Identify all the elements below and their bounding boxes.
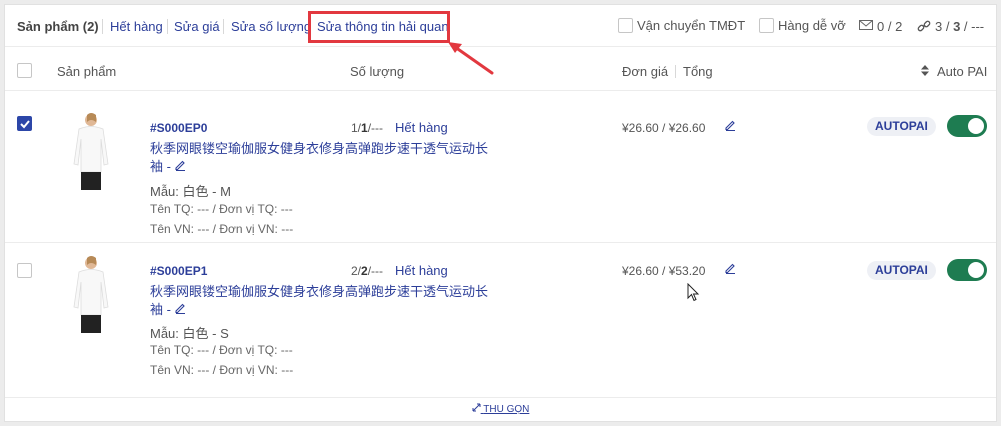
sort-icon[interactable]	[921, 64, 929, 79]
customs-cn-info: Tên TQ: --- / Đơn vị TQ: ---	[150, 343, 293, 357]
products-title: Sản phẩm (2)	[17, 19, 99, 34]
edit-price-pencil-icon[interactable]	[725, 119, 736, 134]
highlight-annotation-box	[308, 11, 450, 43]
row-checkbox[interactable]	[17, 263, 32, 278]
product-code[interactable]: #S000EP1	[150, 264, 207, 278]
collapse-arrows-icon	[472, 403, 481, 412]
ecommerce-shipping-checkbox[interactable]	[618, 18, 633, 33]
header-product: Sản phẩm	[57, 64, 117, 79]
mouse-cursor-icon	[687, 283, 700, 302]
product-code[interactable]: #S000EP0	[150, 121, 207, 135]
product-name[interactable]: 秋季网眼镂空瑜伽服女健身衣修身高弹跑步速干透气运动长袖 -	[150, 140, 500, 176]
product-name[interactable]: 秋季网眼镂空瑜伽服女健身衣修身高弹跑步速干透气运动长袖 -	[150, 283, 500, 319]
edit-name-pencil-icon[interactable]	[175, 159, 186, 171]
edit-name-pencil-icon[interactable]	[175, 302, 186, 314]
toggle-knob	[968, 262, 984, 278]
edit-quantity-link[interactable]: Sửa số lượng	[231, 19, 311, 34]
autopai-toggle[interactable]	[947, 115, 987, 137]
row-checkbox[interactable]	[17, 116, 32, 131]
envelope-icon	[859, 19, 873, 34]
divider	[167, 19, 168, 34]
link-icon	[917, 19, 931, 36]
out-of-stock-status[interactable]: Hết hàng	[395, 120, 448, 135]
mark-out-of-stock-link[interactable]: Hết hàng	[110, 19, 163, 34]
divider	[102, 19, 103, 34]
price-value: ¥26.60 / ¥53.20	[622, 264, 706, 278]
header-unit-price: Đơn giá	[622, 64, 669, 79]
header-quantity: Số lượng	[350, 64, 405, 79]
customs-cn-info: Tên TQ: --- / Đơn vị TQ: ---	[150, 202, 293, 216]
quantity-value: 2/2/---	[351, 264, 384, 278]
product-variant: Mẫu: 白色 - S	[150, 326, 229, 341]
price-value: ¥26.60 / ¥26.60	[622, 121, 706, 135]
message-count: 0 / 2	[877, 19, 903, 34]
fragile-checkbox[interactable]	[759, 18, 774, 33]
toolbar: Sản phẩm (2) Hết hàng Sửa giá Sửa số lượ…	[5, 5, 996, 47]
toggle-knob	[968, 118, 984, 134]
table-row: #S000EP1 2/2/--- Hết hàng ¥26.60 / ¥53.2…	[5, 244, 996, 398]
edit-price-pencil-icon[interactable]	[725, 262, 736, 277]
autopai-badge: AUTOPAI	[867, 117, 936, 136]
out-of-stock-status[interactable]: Hết hàng	[395, 263, 448, 278]
customs-vn-info: Tên VN: --- / Đơn vị VN: ---	[150, 363, 294, 377]
autopai-badge: AUTOPAI	[867, 261, 936, 280]
product-variant: Mẫu: 白色 - M	[150, 184, 231, 199]
autopai-toggle[interactable]	[947, 259, 987, 281]
collapse-link[interactable]: THU GỌN	[5, 403, 996, 415]
order-products-panel: Sản phẩm (2) Hết hàng Sửa giá Sửa số lượ…	[4, 4, 997, 422]
ecommerce-shipping-label: Vận chuyển TMĐT	[637, 18, 746, 33]
product-thumbnail[interactable]	[70, 112, 112, 190]
fragile-label: Hàng dễ vỡ	[778, 18, 846, 33]
edit-price-link[interactable]: Sửa giá	[174, 19, 220, 34]
quantity-value: 1/1/---	[351, 121, 384, 135]
divider	[223, 19, 224, 34]
header-autopai[interactable]: Auto PAI	[937, 64, 987, 79]
table-header: Sản phẩm Số lượng Đơn giá Tổng Auto PAI	[5, 48, 996, 91]
table-row: #S000EP0 1/1/--- Hết hàng ¥26.60 / ¥26.6…	[5, 92, 996, 243]
divider	[675, 65, 676, 78]
link-count: 3 / 3 / ---	[935, 19, 985, 34]
product-thumbnail[interactable]	[70, 255, 112, 333]
customs-vn-info: Tên VN: --- / Đơn vị VN: ---	[150, 222, 294, 236]
header-total: Tổng	[683, 64, 713, 79]
select-all-checkbox[interactable]	[17, 63, 32, 78]
